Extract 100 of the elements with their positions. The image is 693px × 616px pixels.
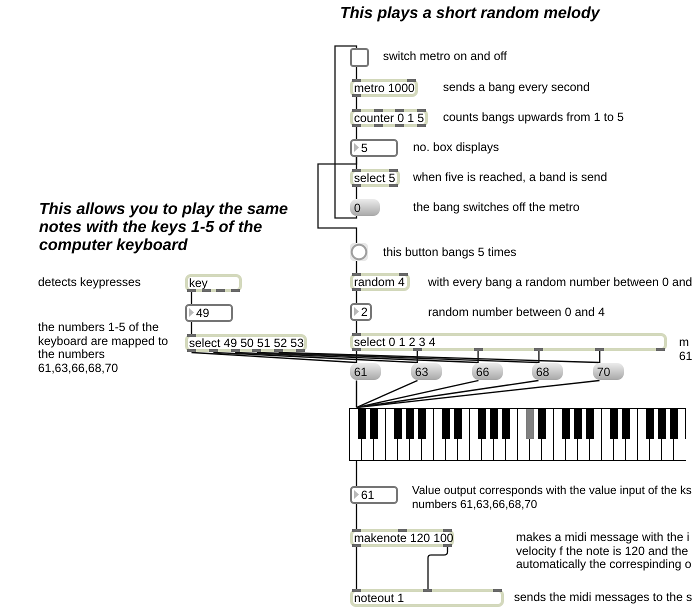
comment-text: this button bangs 5 times <box>383 246 516 260</box>
object-box[interactable]: select 49 50 51 52 53 <box>185 334 307 352</box>
inlet-icon <box>443 529 452 532</box>
number-box[interactable]: 49 <box>185 304 233 322</box>
inlet-icon <box>352 273 361 276</box>
sharp-key[interactable] <box>442 409 450 439</box>
outlet-icon <box>274 349 284 352</box>
sharp-key[interactable] <box>490 409 498 439</box>
inlet-icon <box>398 529 406 532</box>
inlet-icon <box>352 109 361 112</box>
outlet-icon <box>595 348 604 351</box>
inlet-icon <box>352 169 361 172</box>
section-heading: This plays a short random melody <box>340 5 600 23</box>
object-box[interactable]: makenote 120 100 <box>350 529 454 547</box>
bang-button[interactable] <box>350 243 368 261</box>
comment-text: when five is reached, a band is send <box>413 171 608 184</box>
object-box[interactable]: counter 0 1 5 <box>350 109 428 127</box>
triangle-icon <box>354 307 359 316</box>
outlet-icon <box>395 124 404 127</box>
outlet-icon <box>296 349 305 352</box>
outlet-icon <box>187 349 196 352</box>
sharp-key[interactable] <box>622 409 630 439</box>
message-button[interactable]: 61 <box>350 363 381 380</box>
outlet-icon <box>656 348 665 351</box>
inlet-icon <box>407 79 416 82</box>
comment-text: random number between 0 and 4 <box>428 306 605 320</box>
comment-text: detects keypresses <box>38 276 141 290</box>
message-button[interactable]: 70 <box>593 363 624 380</box>
outlet-icon <box>252 349 262 352</box>
inlet-icon <box>352 333 361 336</box>
outlet-icon <box>534 348 544 351</box>
sharp-key[interactable] <box>370 409 378 439</box>
outlet-icon <box>389 184 398 187</box>
outlet-icon <box>352 94 361 97</box>
sharp-key[interactable] <box>478 409 486 439</box>
comment-text: the bang switches off the metro <box>413 201 580 214</box>
outlet-icon <box>352 184 361 187</box>
sharp-key[interactable] <box>670 409 678 439</box>
object-box[interactable]: noteout 1 <box>350 589 504 607</box>
inlet-icon <box>493 589 502 592</box>
number-box[interactable]: 2 <box>350 303 372 321</box>
outlet-icon <box>374 124 383 127</box>
section-heading: This allows you to play the same notes with the keys 1-5 of the computer keyboard <box>39 201 288 255</box>
inlet-icon <box>417 109 426 112</box>
comment-text: sends a bang every second <box>443 81 590 94</box>
patch-cord <box>427 547 448 589</box>
comment-text: the numbers 1-5 of the keyboard are mapped to the numbers 61,63,66,68,70 <box>38 321 168 375</box>
comment-text: counts bangs upwards from 1 to 5 <box>443 111 624 124</box>
object-box[interactable]: select 5 <box>350 169 400 187</box>
sharp-key[interactable] <box>658 409 666 439</box>
comment-text: sends the midi messages to the s <box>514 591 692 604</box>
inlet-icon <box>395 109 404 112</box>
sharp-key[interactable] <box>454 409 462 439</box>
object-box[interactable]: key <box>185 274 242 292</box>
outlet-icon <box>352 288 361 291</box>
outlet-icon <box>443 544 452 547</box>
outlet-icon <box>412 348 422 351</box>
sharp-key[interactable] <box>394 409 402 439</box>
message-button[interactable]: 0 <box>350 199 380 216</box>
number-box[interactable]: 61 <box>350 486 398 504</box>
comment-text: no. box displays <box>413 141 500 154</box>
outlet-icon <box>352 544 361 547</box>
sharp-key[interactable] <box>418 409 426 439</box>
sharp-key[interactable] <box>610 409 618 439</box>
outlet-icon <box>474 348 483 351</box>
outlet-icon <box>417 124 426 127</box>
sharp-key[interactable] <box>586 409 594 439</box>
number-box[interactable]: 5 <box>350 139 398 157</box>
inlet-icon <box>399 273 408 276</box>
comment-text: m 61 <box>679 336 692 363</box>
comment-text: with every bang a random number between 0 and <box>428 276 692 290</box>
inlet-icon <box>389 169 398 172</box>
sharp-key[interactable] <box>406 409 414 439</box>
comment-text: Value output corresponds with the value input of the ks numbers 61,63,66,68,70 <box>412 485 692 512</box>
object-box[interactable]: metro 1000 <box>350 79 418 97</box>
inlet-icon <box>374 109 383 112</box>
triangle-icon <box>189 308 194 317</box>
message-button[interactable]: 66 <box>472 363 503 380</box>
comment-text: switch metro on and off <box>383 50 507 64</box>
outlet-icon <box>230 349 240 352</box>
inlet-icon <box>422 589 432 592</box>
toggle-switch[interactable] <box>350 48 369 67</box>
sharp-key[interactable] <box>358 409 366 439</box>
sharp-key[interactable] <box>562 409 570 439</box>
message-button[interactable]: 68 <box>532 363 563 380</box>
outlet-icon <box>352 348 361 351</box>
inlet-icon <box>187 334 196 337</box>
comment-text: makes a midi message with the i velocity f the note is 120 and the automatically the correspinding o <box>516 531 692 572</box>
triangle-icon <box>354 143 359 152</box>
message-button[interactable]: 63 <box>411 363 442 380</box>
object-box[interactable]: select 0 1 2 3 4 <box>350 333 667 351</box>
triangle-icon <box>354 490 359 499</box>
outlet-icon <box>352 124 361 127</box>
outlet-icon <box>208 349 218 352</box>
object-box[interactable]: random 4 <box>350 273 410 291</box>
inlet-icon <box>352 589 361 592</box>
sharp-key[interactable] <box>502 409 510 439</box>
sharp-key[interactable] <box>538 409 546 439</box>
sharp-key[interactable] <box>574 409 582 439</box>
sharp-key[interactable] <box>646 409 654 439</box>
